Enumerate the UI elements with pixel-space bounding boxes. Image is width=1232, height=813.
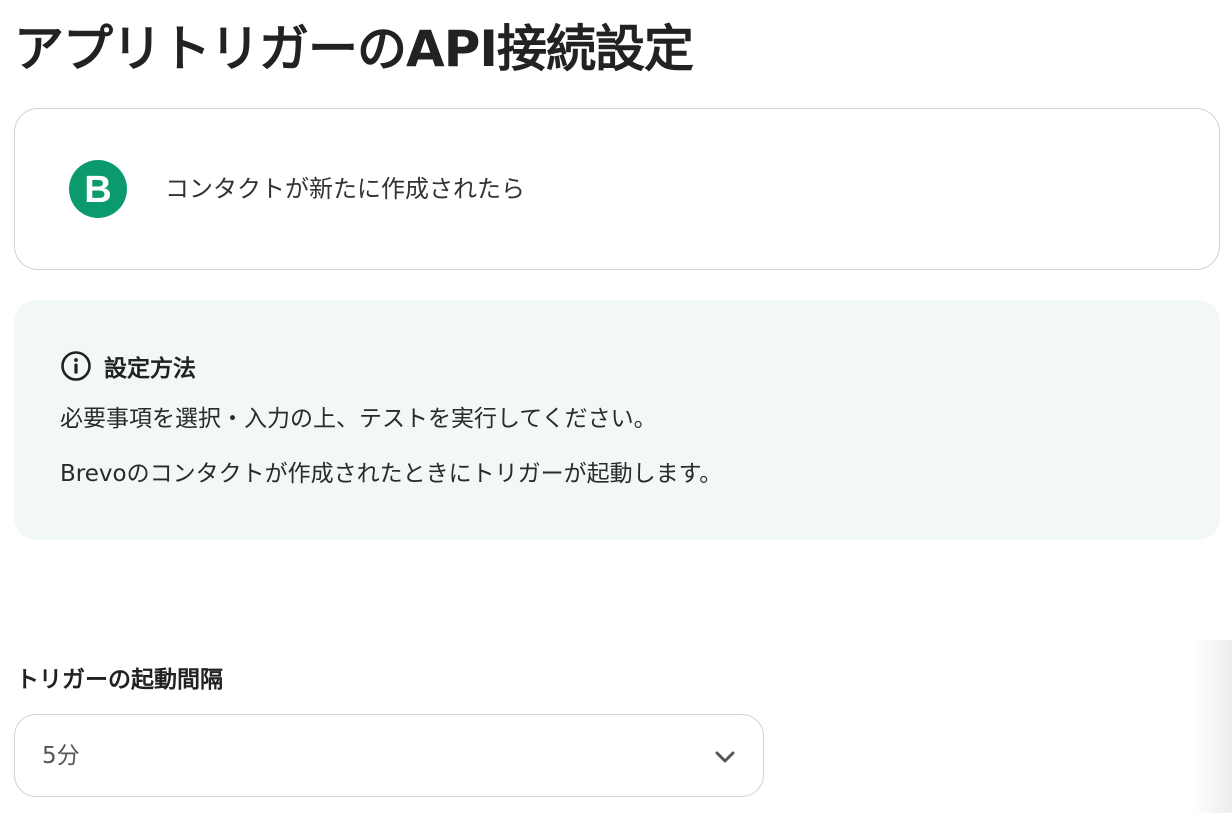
instructions-line-2: Brevoのコンタクトが作成されたときにトリガーが起動します。 [60, 461, 723, 487]
interval-select[interactable]: 5分 [14, 714, 764, 797]
instructions-line-1: 必要事項を選択・入力の上、テストを実行してください。 [60, 406, 657, 432]
svg-text:B: B [84, 169, 111, 211]
trigger-card: B コンタクトが新たに作成されたら [14, 108, 1220, 270]
brevo-logo-icon: B [69, 160, 127, 218]
trigger-event-label: コンタクトが新たに作成されたら [165, 175, 525, 203]
edge-shadow [1192, 640, 1232, 813]
instructions-title: 設定方法 [104, 356, 196, 382]
info-circle-icon [60, 350, 92, 382]
settings-page: アプリトリガーのAPI接続設定 B コンタクトが新たに作成されたら 設定方法 必… [0, 0, 1232, 813]
interval-field-label: トリガーの起動間隔 [16, 667, 223, 693]
instructions-box: 設定方法 必要事項を選択・入力の上、テストを実行してください。 Brevoのコン… [14, 300, 1220, 540]
interval-selected-value: 5分 [42, 743, 80, 769]
chevron-down-icon[interactable] [713, 745, 737, 769]
brevo-letter-graphic: B [84, 169, 111, 211]
instructions-header: 設定方法 [60, 348, 196, 384]
page-title: アプリトリガーのAPI接続設定 [14, 20, 694, 78]
